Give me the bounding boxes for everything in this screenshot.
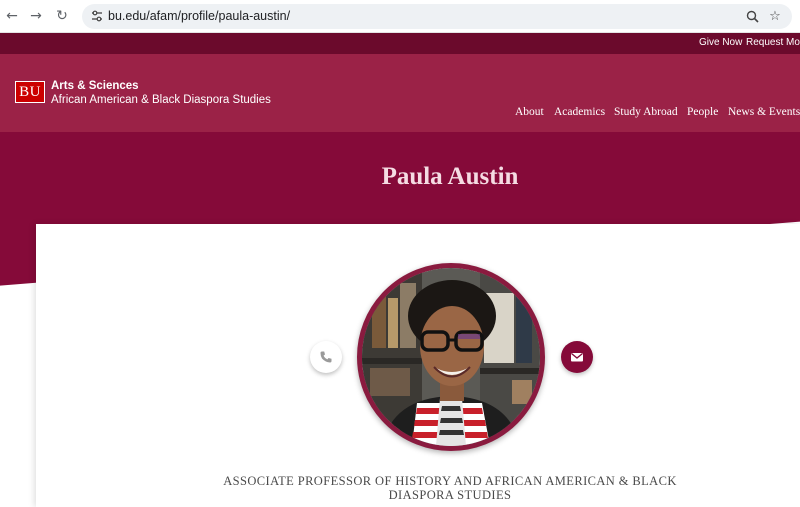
email-button[interactable] xyxy=(561,341,593,373)
bu-logo[interactable]: BU xyxy=(15,81,45,103)
site-header: BU Arts & Sciences African American & Bl… xyxy=(0,54,800,132)
profile-photo xyxy=(357,263,545,451)
forward-icon[interactable]: → xyxy=(26,6,46,26)
reload-icon[interactable]: ↻ xyxy=(52,6,72,26)
bookmark-star-icon[interactable]: ☆ xyxy=(767,8,783,24)
site-info-icon[interactable] xyxy=(90,9,104,23)
url-text[interactable]: bu.edu/afam/profile/paula-austin/ xyxy=(108,9,290,23)
utility-bar: Give Now Request More xyxy=(0,33,800,54)
request-more-link[interactable]: Request More xyxy=(746,37,800,48)
give-now-link[interactable]: Give Now xyxy=(699,37,742,48)
phone-icon xyxy=(320,351,332,363)
department-name[interactable]: African American & Black Diaspora Studie… xyxy=(51,94,271,106)
nav-news-events[interactable]: News & Events xyxy=(728,106,800,118)
nav-about[interactable]: About xyxy=(515,106,544,118)
browser-toolbar: ← → ↻ bu.edu/afam/profile/paula-austin/ … xyxy=(0,0,800,33)
college-name[interactable]: Arts & Sciences xyxy=(51,80,139,92)
address-bar[interactable]: bu.edu/afam/profile/paula-austin/ ☆ xyxy=(82,4,792,29)
position-title-line-2: DIASPORA STUDIES xyxy=(388,488,512,502)
envelope-icon xyxy=(571,352,583,362)
phone-button[interactable] xyxy=(310,341,342,373)
page-title: Paula Austin xyxy=(381,163,519,190)
position-title-line-1: ASSOCIATE PROFESSOR OF HISTORY AND AFRIC… xyxy=(223,474,677,488)
nav-study-abroad[interactable]: Study Abroad xyxy=(614,106,678,118)
nav-academics[interactable]: Academics xyxy=(554,106,605,118)
nav-people[interactable]: People xyxy=(687,106,718,118)
zoom-icon[interactable] xyxy=(744,8,760,24)
portrait-image xyxy=(362,268,540,446)
position-title: ASSOCIATE PROFESSOR OF HISTORY AND AFRIC… xyxy=(210,474,690,502)
back-icon[interactable]: ← xyxy=(2,6,22,26)
